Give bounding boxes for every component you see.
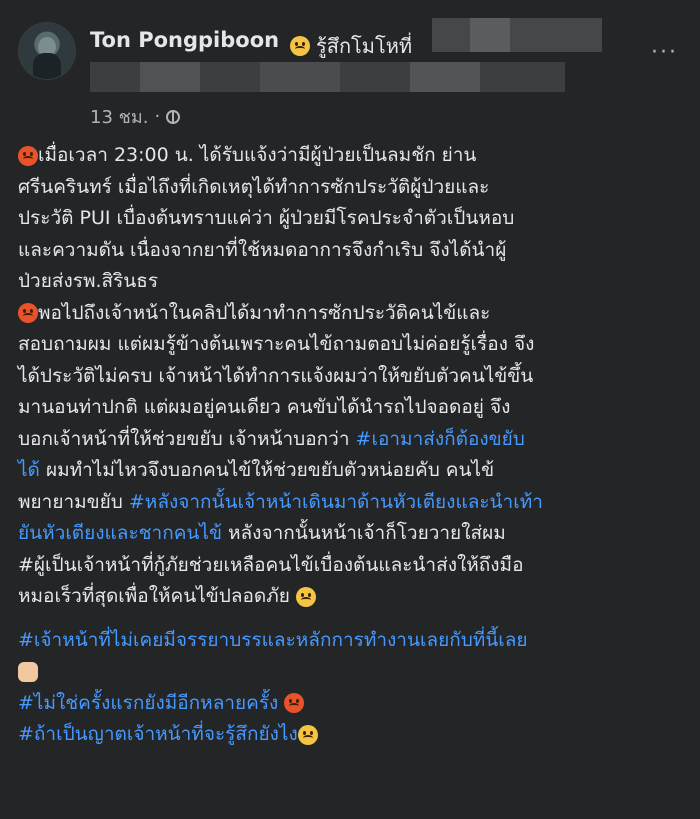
more-options-icon[interactable]: ··· — [651, 40, 678, 65]
post-line: พอไปถึงเจ้าหน้าในคลิปได้มาทำการซักประวัต… — [18, 298, 690, 330]
post-line: ยันหัวเตียงและชากคนไข้ หลังจากนั้นหน้าเจ… — [18, 522, 506, 544]
post-line: พยายามขยับ #หลังจากนั้นเจ้าหน้าเดินมาด้า… — [18, 490, 543, 513]
author-avatar[interactable] — [18, 22, 76, 80]
post-body: เมื่อเวลา 23:00 น. ได้รับแจ้งว่ามีผู้ป่ว… — [18, 140, 690, 751]
post-line: ประวัติ PUI เบื่องต้นทราบแค่ว่า ผู้ป่วยม… — [18, 207, 515, 229]
feeling-text: รู้สึกโมโหที่ — [316, 34, 413, 58]
hashtag-link[interactable]: ได้ — [18, 459, 40, 481]
post-line: สอบถามผม แต่ผมรู้ข้างต้นเพราะคนไข้ถามตอบ… — [18, 333, 535, 355]
redacted-block — [140, 62, 200, 92]
steam-face-icon — [297, 724, 318, 745]
hashtag-link[interactable]: #เอามาส่งก็ต้องขยับ — [356, 428, 525, 450]
post-line: ได้ประวัติไม่ครบ เจ้าหน้าได้ทำการแจ้งผมว… — [18, 364, 534, 387]
hashtag-line: #ถ้าเป็นญาตเจ้าหน้าที่จะรู้สึกยังไง — [18, 719, 690, 751]
post-line: เมื่อเวลา 23:00 น. ได้รับแจ้งว่ามีผู้ป่ว… — [18, 140, 690, 172]
post-line: #ผู้เป็นเจ้าหน้าที่กู้ภัยช่วยเหลือคนไข้เ… — [18, 553, 524, 576]
post-line: ได้ ผมทำไม่ไหวจึงบอกคนไข้ให้ช่วยขยับตัวห… — [18, 459, 495, 481]
hashtag-line: #ไม่ใช่ครั้งแรกยังมีอีกหลายครั้ง — [18, 688, 690, 720]
emoji-line — [18, 656, 690, 688]
post-line: ศรีนครินทร์ เมื่อไถึงที่เกิดเหตุได้ทำการ… — [18, 175, 490, 198]
redacted-block — [470, 18, 510, 52]
hashtag-link[interactable]: #หลังจากนั้นเจ้าหน้าเดินมาด้านหัวเตียงแล… — [129, 491, 543, 513]
post-line: ป่วยส่งรพ.สิรินธร — [18, 270, 159, 292]
hashtag-line: #เจ้าหน้าที่ไม่เคยมีจรรยาบรรและหลักการทำ… — [18, 625, 690, 657]
angry-face-icon — [284, 693, 305, 713]
feeling-status: รู้สึกโมโหที่ — [290, 30, 412, 62]
sad-face-icon — [295, 586, 316, 607]
hashtag-link[interactable]: #ไม่ใช่ครั้งแรกยังมีอีกหลายครั้ง — [18, 692, 278, 714]
separator: · — [154, 106, 161, 127]
angry-face-icon — [18, 303, 38, 323]
avatar-body — [33, 53, 61, 79]
post-line: และความดัน เนื่องจากยาที่ใช้หมดอาการจึงก… — [18, 238, 507, 261]
hashtag-link[interactable]: #ถ้าเป็นญาตเจ้าหน้าที่จะรู้สึกยังไง — [18, 723, 298, 745]
frowning-face-icon — [290, 36, 310, 56]
redacted-block — [260, 62, 340, 92]
fist-icon — [18, 661, 38, 682]
author-name[interactable]: Ton Pongpiboon — [90, 28, 279, 52]
hashtag-link[interactable]: ยันหัวเตียงและชากคนไข้ — [18, 522, 222, 544]
post-timestamp[interactable]: 13 ชม. · — [90, 102, 181, 131]
redacted-block — [432, 18, 602, 52]
hashtag-link[interactable]: #เจ้าหน้าที่ไม่เคยมีจรรยาบรรและหลักการทำ… — [18, 629, 528, 651]
globe-icon[interactable] — [166, 109, 181, 124]
post-line: หมอเร็วที่สุดเพื่อให้คนไข้ปลอดภัย — [18, 581, 690, 613]
post-line: มานอนท่าปกติ แต่ผมอยู่คนเดียว คนขับได้นำ… — [18, 396, 511, 418]
post-line: บอกเจ้าหน้าที่ให้ช่วยขยับ เจ้าหน้าบอกว่า… — [18, 427, 525, 450]
timestamp-text[interactable]: 13 ชม. — [90, 102, 148, 131]
redacted-block — [410, 62, 480, 92]
angry-face-icon — [18, 145, 38, 166]
